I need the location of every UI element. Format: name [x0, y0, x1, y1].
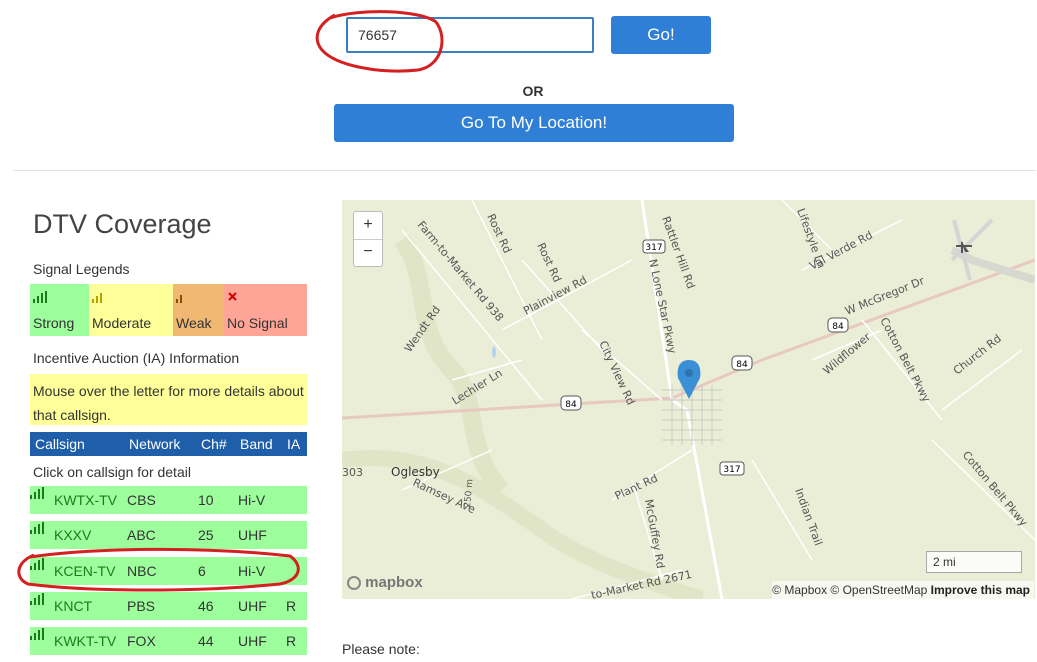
signal-strong-icon	[30, 628, 44, 640]
band-cell: UHF	[238, 527, 267, 543]
map-scale: 2 mi	[926, 551, 1022, 573]
band-cell: UHF	[238, 633, 267, 649]
map-label: Cotton Belt Pkwy	[960, 449, 1031, 530]
network-cell: PBS	[127, 598, 156, 614]
signal-strong-icon	[30, 593, 44, 605]
zoom-in-button[interactable]: +	[354, 212, 382, 240]
route-shield: 317	[723, 465, 740, 475]
map-label: 303	[342, 466, 363, 479]
callsign-link[interactable]: KXXV	[54, 527, 91, 543]
mapbox-logo[interactable]: mapbox	[347, 574, 423, 591]
ia-cell[interactable]: R	[286, 633, 296, 649]
signal-strong-icon	[30, 558, 44, 570]
click-hint: Click on callsign for detail	[33, 464, 191, 480]
note-heading: Please note:	[342, 641, 420, 657]
map-label: Church Rd	[951, 332, 1004, 377]
signal-strong-icon	[33, 291, 47, 303]
route-shield: 84	[736, 360, 748, 370]
or-separator: OR	[522, 83, 544, 99]
callsign-link[interactable]: KNCT	[54, 598, 92, 614]
network-cell: CBS	[127, 492, 156, 508]
legend-weak: Weak	[173, 284, 224, 336]
table-row: KNCT PBS 46 UHF R	[30, 592, 307, 620]
col-network: Network	[129, 436, 181, 452]
route-shield: 84	[832, 322, 844, 332]
callsign-link[interactable]: KCEN-TV	[54, 563, 115, 579]
route-shield: 317	[645, 243, 662, 253]
attribution-text[interactable]: © Mapbox © OpenStreetMap	[772, 583, 927, 597]
legend-moderate: Moderate	[89, 284, 173, 336]
go-button[interactable]: Go!	[611, 16, 711, 54]
table-row: KXXV ABC 25 UHF	[30, 521, 307, 549]
map-canvas: Rattler Hill Rd Lifestyle Ln Val Verde R…	[342, 200, 1035, 599]
col-callsign: Callsign	[35, 436, 85, 452]
map-label: Indian Trail	[792, 487, 825, 548]
ia-info-box: Mouse over the letter for more details a…	[30, 374, 307, 425]
ia-label: Incentive Auction (IA) Information	[33, 350, 240, 366]
legend-strong: Strong	[30, 284, 89, 336]
map-label: Cotton Belt Pkwy	[877, 315, 933, 404]
improve-map-link[interactable]: Improve this map	[931, 583, 1030, 597]
legend-strong-label: Strong	[33, 315, 75, 331]
table-row: KWTX-TV CBS 10 Hi-V	[30, 486, 307, 514]
col-channel: Ch#	[201, 436, 227, 452]
channel-cell: 25	[198, 527, 214, 543]
map-attribution: © Mapbox © OpenStreetMap Improve this ma…	[772, 581, 1034, 599]
legend-no-signal-label: No Signal	[227, 315, 288, 331]
zip-code-input[interactable]	[346, 17, 594, 53]
col-band: Band	[240, 436, 273, 452]
table-header: Callsign Network Ch# Band IA	[30, 432, 307, 456]
callsign-link[interactable]: KWTX-TV	[54, 492, 117, 508]
band-cell: Hi-V	[238, 563, 266, 579]
go-to-my-location-button[interactable]: Go To My Location!	[334, 104, 734, 142]
zoom-controls: + −	[353, 211, 383, 267]
table-row: KWKT-TV FOX 44 UHF R	[30, 627, 307, 655]
table-row: KCEN-TV NBC 6 Hi-V	[30, 557, 307, 585]
map-label: W McGregor Dr	[843, 274, 926, 318]
route-shield: 84	[565, 400, 577, 410]
page-title: DTV Coverage	[33, 209, 212, 239]
network-cell: NBC	[127, 563, 157, 579]
callsign-link[interactable]: KWKT-TV	[54, 633, 116, 649]
divider	[13, 170, 1036, 171]
legend-moderate-label: Moderate	[92, 315, 152, 331]
network-cell: ABC	[127, 527, 156, 543]
signal-weak-icon	[176, 295, 182, 303]
no-signal-icon	[228, 292, 237, 301]
map-label: McGuffey Rd	[642, 498, 667, 569]
col-ia: IA	[287, 436, 301, 452]
signal-legend: Strong Moderate Weak No Signal	[30, 284, 307, 336]
ia-cell[interactable]: R	[286, 598, 296, 614]
legend-weak-label: Weak	[176, 315, 212, 331]
signal-strong-icon	[30, 522, 44, 534]
map-label: Rattler Hill Rd	[659, 215, 697, 291]
signal-strong-icon	[30, 487, 44, 499]
network-cell: FOX	[127, 633, 156, 649]
mapbox-logo-icon	[347, 576, 361, 590]
legend-no-signal: No Signal	[224, 284, 307, 336]
zoom-out-button[interactable]: −	[354, 239, 382, 266]
band-cell: UHF	[238, 598, 267, 614]
signal-legends-label: Signal Legends	[33, 261, 130, 277]
signal-moderate-icon	[92, 293, 102, 303]
channel-cell: 46	[198, 598, 214, 614]
coverage-map[interactable]: Rattler Hill Rd Lifestyle Ln Val Verde R…	[342, 200, 1035, 599]
channel-cell: 6	[198, 563, 206, 579]
band-cell: Hi-V	[238, 492, 266, 508]
channel-cell: 44	[198, 633, 214, 649]
channel-cell: 10	[198, 492, 214, 508]
mapbox-logo-text: mapbox	[365, 574, 423, 591]
